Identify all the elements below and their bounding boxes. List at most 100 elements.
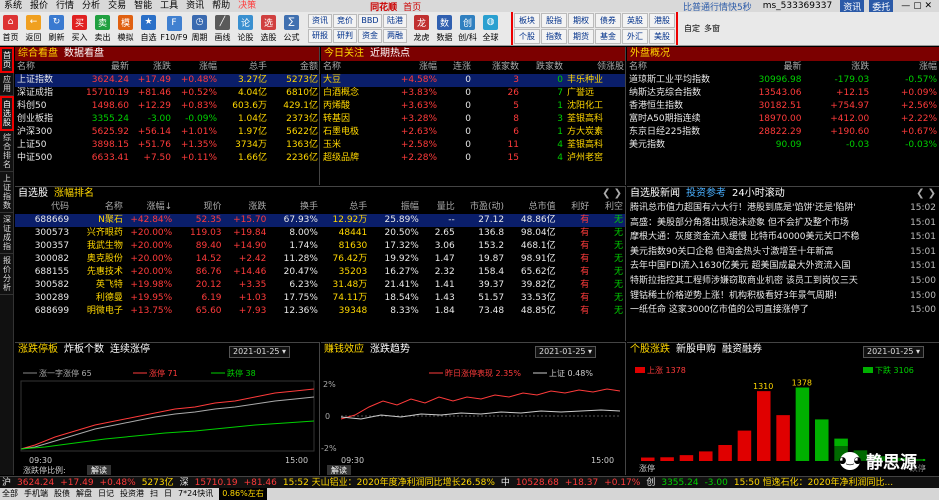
table-row[interactable]: 688155 先惠技术 +20.00% 86.76 +14.46 20.47% 35203 1… [15,266,625,279]
col-header[interactable]: 涨幅↓ [125,201,174,214]
menu-item-info[interactable]: 资讯 [182,0,208,12]
menu-item-system[interactable]: 系统 [0,0,26,12]
grid-b-us-stock[interactable]: 美股 [649,29,675,44]
news-subtitle[interactable]: 投资参考 [686,187,726,201]
grid-b-index[interactable]: 指数 [541,29,567,44]
grid-b-futures[interactable]: 期货 [568,29,594,44]
grid-b-bond[interactable]: 债券 [595,13,621,28]
table-row[interactable]: 深证成指 15710.19 +81.46 +0.52% 4.04亿 6810亿 [15,87,319,100]
panel-nav-arrows[interactable]: ❮ ❯ [916,187,939,201]
bottom-item-diary[interactable]: 日记 [98,488,114,500]
table-row[interactable]: 沪深300 5625.92 +56.14 +1.01% 1.97亿 5622亿 [15,126,319,139]
bottom-item-scan[interactable]: 扫 [150,488,158,500]
table-row[interactable]: 科创50 1498.60 +12.29 +0.83% 603.6万 429.1亿 [15,100,319,113]
chart2-footer-tab[interactable]: 解读 [331,465,347,475]
col-header[interactable]: 涨幅 [393,61,439,74]
bottom-item-mobile[interactable]: 手机端 [24,488,48,500]
news-item[interactable]: 美元指数90关口企稳 但淘金热头寸激增至十年新高 15:01 [627,245,939,260]
toolbar-refresh[interactable]: ↻ 刷新 [46,14,67,43]
col-header[interactable]: 量比 [421,201,457,214]
sidebar-tab-sh-index[interactable]: 上证指数 [0,172,14,213]
chart2-title[interactable]: 赚钱效应 [324,343,364,357]
col-header[interactable]: 总手 [320,201,369,214]
table-row[interactable]: 超级品牌 +2.28% 0 15 4 泸州老窖 [321,152,625,165]
login-button[interactable]: 委托 [869,0,894,12]
grid-b-uk-stock[interactable]: 英股 [622,13,648,28]
table-row[interactable]: 688669 N聚石 +42.84% 52.35 +15.70 67.93% 12.92万 2… [15,214,625,227]
toolbar-custom[interactable]: 自定 [684,23,700,34]
status-ticker-1[interactable]: 15:52 天山铝业：2020年度净利润同比增长26.58% [283,477,495,488]
news-item[interactable]: 摩根大通：灰度资金流入缓慢 比特币40000美元关口不稳 15:01 [627,230,939,245]
col-header[interactable]: 总手 [219,61,269,74]
toolbar-buy[interactable]: 买买入 [69,14,90,43]
table-row[interactable]: 白酒概念 +3.83% 0 26 7 广誉远 [321,87,625,100]
menu-item-quote[interactable]: 报价 [26,0,52,12]
grid-b-hk-stock[interactable]: 港股 [649,13,675,28]
table-row[interactable]: 纳斯达克综合指数 13543.06 +12.15 +0.09% [627,87,939,100]
col-header[interactable]: 连涨 [439,61,473,74]
menu-item-trade[interactable]: 交易 [104,0,130,12]
chart1-footer-tab[interactable]: 解读 [91,465,107,475]
sidebar-tab-sz-index[interactable]: 深证成指 [0,213,14,254]
menu-item-analysis[interactable]: 分析 [78,0,104,12]
sidebar-tab-apps[interactable]: 应用 [0,73,14,96]
col-header[interactable]: 代码 [15,201,71,214]
status-ticker-2[interactable]: 15:50 恒逸石化：2020年净利润同比... [734,477,893,488]
chart1-tab-3[interactable]: 连续涨停 [110,343,150,357]
grid-b-forex[interactable]: 外汇 [622,29,648,44]
grid-b-stock-index[interactable]: 股指 [541,13,567,28]
col-header[interactable]: 市盈(动) [457,201,506,214]
col-header[interactable]: 涨幅 [173,61,219,74]
col-header[interactable]: 振幅 [369,201,421,214]
bottom-item-bonds[interactable]: 股债 [54,488,70,500]
col-header[interactable]: 名称 [321,61,393,74]
chart3-tab-2[interactable]: 新股申购 [676,343,716,357]
toolbar-select-stock[interactable]: 选选股 [258,14,279,43]
toolbar-formula[interactable]: ∑ 公式 [281,14,302,43]
menu-item-help[interactable]: 帮助 [208,0,234,12]
chart2-tab-2[interactable]: 涨跌趋势 [370,343,410,357]
grid-a-margin[interactable]: 两融 [383,29,407,43]
menu-item-market[interactable]: 行情 [52,0,78,12]
table-row[interactable]: 大豆 +4.58% 0 3 0 丰乐种业 [321,74,625,87]
grid-b-stock[interactable]: 个股 [514,29,540,44]
col-header[interactable]: 名称 [15,61,79,74]
sidebar-tab-quote-analysis[interactable]: 报价分析 [0,254,14,295]
user-name[interactable]: ms_533369337 [760,1,836,11]
sidebar-tab-watchlist[interactable]: 自选股 [0,96,14,131]
table-row[interactable]: 上证50 3898.15 +51.76 +1.35% 3734万 1363亿 [15,139,319,152]
table-row[interactable]: 转基因 +3.28% 0 8 3 荃银高科 [321,113,625,126]
table-row[interactable]: 300582 英飞特 +19.98% 20.12 +3.35 6.23% 31.48万 21.… [15,279,625,292]
grid-a-hk-connect[interactable]: 陆港 [383,14,407,28]
toolbar-sell[interactable]: 卖卖出 [92,14,113,43]
col-header[interactable]: 现价 [174,201,223,214]
table-row[interactable]: 创业板指 3355.24 -3.00 -0.09% 1.04亿 2373亿 [15,113,319,126]
news-item[interactable]: 高盛：美股部分角落出现泡沫迹象 但不会扩及整个市场 15:01 [627,216,939,231]
col-header[interactable]: 跌家数 [521,61,565,74]
col-header[interactable]: 涨跌 [804,61,872,74]
table-row[interactable]: 石墨电极 +2.63% 0 6 1 方大炭素 [321,126,625,139]
news-item[interactable]: 锂钴稀土价格逆势上涨！机构积极看好3年景气周期! 15:00 [627,289,939,304]
table-row[interactable]: 300573 兴齐眼药 +20.00% 119.03 +19.84 8.00% 48441 2… [15,227,625,240]
col-header[interactable]: 领涨股 [565,61,625,74]
table-row[interactable]: 香港恒生指数 30182.51 +754.97 +2.56% [627,100,939,113]
news-item[interactable]: 一纸任命 这家3000亿市值的公司直接涨停了 15:00 [627,303,939,318]
news-title[interactable]: 自选股新闻 [630,187,680,201]
toolbar-dragon-tiger[interactable]: 龙龙虎 [411,14,432,43]
col-header[interactable]: 利空 [591,201,625,214]
col-header[interactable]: 最新 [79,61,131,74]
table-row[interactable]: 300289 利德曼 +19.95% 6.19 +1.03 17.75% 74.11万 18.… [15,292,625,305]
indices-panel-title[interactable]: 综合看盘 [18,47,58,61]
col-header[interactable]: 涨幅 [871,61,939,74]
sidebar-tab-home[interactable]: 首页 [0,47,14,73]
chart3-tab-3[interactable]: 融资融券 [722,343,762,357]
table-row[interactable]: 688699 明微电子 +13.75% 65.60 +7.93 12.36% 39348 8.… [15,305,625,318]
bottom-item-commentary[interactable]: 解盘 [76,488,92,500]
grid-a-fund[interactable]: 资金 [358,29,382,43]
panel-nav-arrows[interactable]: ❮ ❯ [602,187,625,201]
toolbar-data[interactable]: 数数据 [434,14,455,43]
col-header[interactable]: 名称 [71,201,125,214]
toolbar-draw[interactable]: ╱ 画线 [212,14,233,43]
news-button[interactable]: 资讯 [840,0,865,12]
col-header[interactable]: 利好 [558,201,592,214]
